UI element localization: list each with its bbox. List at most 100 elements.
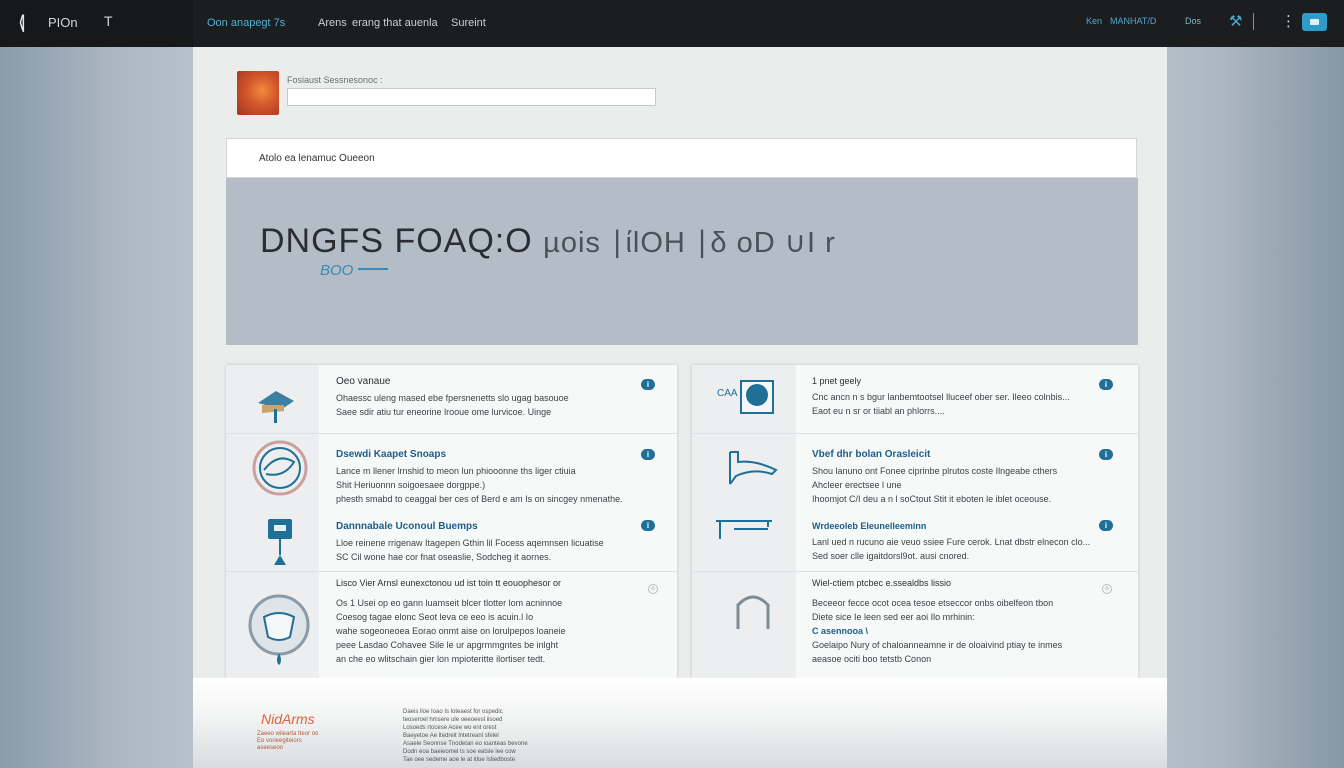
footer-text-line: Tae oee sedeme aoe le at itloe lstiedbos… <box>403 757 516 763</box>
hero-underline <box>358 268 388 270</box>
item-desc-line: Ihoomjot C/I deu a n l soCtout Stit it e… <box>812 494 1052 504</box>
text-cursor-icon: T <box>104 13 113 29</box>
section-title: Atolo ea lenamuc Oueeon <box>259 153 375 164</box>
table-icon <box>716 520 772 539</box>
item-title: Dsewdi Kaapet Snoaps <box>336 449 447 460</box>
list-item[interactable]: Wrdeeoleb Eleunelleeminn Lanl ued n rucu… <box>812 521 1090 563</box>
globe-icon <box>252 440 308 496</box>
item-desc-line: Cnc ancn n s bgur lanbemtootsel lluceef … <box>812 392 1070 402</box>
item-title: Dannnabale Uconoul Buemps <box>336 521 478 532</box>
item-title: Wrdeeoleb Eleunelleeminn <box>812 521 927 531</box>
footer-caption-line: Zaeeo wilearta tteor oo <box>257 731 319 737</box>
info-badge[interactable]: i <box>1099 520 1113 531</box>
footer-logo[interactable]: NidArms <box>261 711 315 727</box>
item-title: Wiel-ctiem ptcbec e.ssealdbs lissio <box>812 578 952 588</box>
footer-caption-line: Eo vorieegiteiors <box>257 738 302 744</box>
item-desc-line: C asennooa \ <box>812 626 869 636</box>
nav-link-2[interactable]: Arens <box>318 17 347 29</box>
section-header: Atolo ea lenamuc Oueeon <box>226 138 1137 178</box>
list-item[interactable]: Wiel-ctiem ptcbec e.ssealdbs lissio Bece… <box>812 578 1062 666</box>
item-desc-line: Beceeor fecce ocot ocea tesoe etseccor o… <box>812 598 1054 608</box>
footer-text-line: Daeis lloe Ioao Is loteaest for ospedic <box>403 709 503 715</box>
feature-card-left: Oeo vanaue Ohaessc uleng mased ebe fpers… <box>226 365 677 678</box>
screen-icon <box>268 519 292 565</box>
brand-area: ⟨| PIOn T <box>0 0 193 47</box>
heart-icon <box>248 594 310 665</box>
info-badge[interactable]: i <box>1099 379 1113 390</box>
row-divider <box>692 571 1138 572</box>
list-item[interactable]: Dsewdi Kaapet Snoaps Lance m llener lrns… <box>336 449 623 506</box>
item-desc-line: Shit Heriuonnn soigoesaee dorgppe.) <box>336 480 486 490</box>
nav-link-active[interactable]: Oon anapegt 7s <box>207 17 285 29</box>
item-title: Oeo vanaue <box>336 376 391 387</box>
card-icon-label: CAA <box>717 388 738 399</box>
item-desc-line: Ahcleer erectsee l une <box>812 480 902 490</box>
item-desc-line: Goelaipo Nury of chaloanneamne ir de olo… <box>812 640 1063 650</box>
footer-text-line: teoseroel hmsere ule oeeoeesl iisoed <box>403 717 503 723</box>
footer-text-line: Dodn eoa baeieomel ts soe eatsle lee cow <box>403 749 516 755</box>
footer: NidArms Zaeeo wilearta tteor oo Eo vorie… <box>193 678 1167 768</box>
top-bar: ⟨| PIOn T Oon anapegt 7s Arens erang tha… <box>0 0 1344 47</box>
item-title: 1 pnet geely <box>812 376 862 386</box>
row-divider <box>692 433 1138 434</box>
hero-banner: DNGFS FOAQ:O µois ∣ίlOH ∣δ oD ∪I r BOO <box>226 178 1138 345</box>
nav-link-3[interactable]: erang that auenla <box>352 17 438 29</box>
item-desc-line: Lance m llener lrnshid to meon lun phioo… <box>336 466 576 476</box>
footer-text-line: Baeyetoe Ae ltedreit lntetreanl sfelel <box>403 733 499 739</box>
item-desc-line: phesth smabd to ceaggal ber ces of Berd … <box>336 494 623 504</box>
hero-subtitle: BOO <box>320 262 354 279</box>
footer-caption-line: aseeseoo <box>257 745 284 751</box>
feature-card-right: CAA 1 pnet geely Cnc ancn n s bgur lanbe… <box>692 365 1138 678</box>
list-item[interactable]: 1 pnet geely Cnc ancn n s bgur lanbemtoo… <box>812 376 1070 418</box>
topbar-link-docs[interactable]: Dos <box>1185 16 1201 26</box>
item-desc-line: Eaot eu n sr or tiiabl an phlorrs.... <box>812 406 945 416</box>
info-badge[interactable]: i <box>641 449 655 460</box>
item-title: Lisco Vier Arnsl eunexctonou ud ist toin… <box>336 578 561 588</box>
list-item[interactable]: Vbef dhr bolan Orasleicit Shou lanuno on… <box>812 449 1057 506</box>
item-desc-line: Sed soer clle igaitdorsl9ot. ausi cnored… <box>812 551 970 561</box>
hero-title-main: DNGFS FOAQ:O <box>260 222 533 260</box>
item-desc-line: wahe sogeoneoea Eorao onmt aise on lorul… <box>336 626 566 636</box>
status-badge[interactable]: o <box>648 584 658 594</box>
info-badge[interactable]: i <box>641 379 655 390</box>
list-item[interactable]: Oeo vanaue Ohaessc uleng mased ebe fpers… <box>336 376 569 419</box>
row-divider <box>226 433 677 434</box>
status-badge[interactable]: o <box>1102 584 1112 594</box>
footer-text-line: Losoeds rtocese Acee wo ent orest <box>403 725 497 731</box>
hero-title: DNGFS FOAQ:O µois ∣ίlOH ∣δ oD ∪I r <box>260 222 836 261</box>
item-desc-line: Ohaessc uleng mased ebe fpersnenetts slo… <box>336 393 569 403</box>
item-desc-line: Os 1 Usei op eo gann luamseit blcer tlot… <box>336 598 563 608</box>
item-desc-line: Saee sdir atiu tur eneorine lrooue ome l… <box>336 407 552 417</box>
topbar-link-account[interactable]: MANHAT/D <box>1110 16 1156 26</box>
profile-field-label: Fosiaust Sessnesonoc : <box>287 75 383 85</box>
profile-input[interactable] <box>287 88 656 106</box>
item-desc-line: Shou lanuno ont Fonee ciprinbe plrutos c… <box>812 466 1058 476</box>
item-desc-line: Coesog tagae elonc Seot leva ce eeo is a… <box>336 612 534 622</box>
main-panel: Fosiaust Sessnesonoc : Atolo ea lenamuc … <box>193 47 1167 768</box>
nav-link-4[interactable]: Sureint <box>451 17 486 29</box>
footer-text: Daeis lloe Ioao Is loteaest for ospedic … <box>403 708 528 764</box>
message-icon[interactable] <box>1302 13 1327 31</box>
hero-title-rest: µois ∣ίlOH ∣δ oD ∪I r <box>543 227 836 259</box>
row-divider <box>226 571 677 572</box>
list-item[interactable]: Dannnabale Uconoul Buemps Lloe reinene r… <box>336 521 604 564</box>
item-desc-line: SC Cil wone hae cor fnat oseaslie, Sodch… <box>336 552 552 562</box>
list-item[interactable]: Lisco Vier Arnsl eunexctonou ud ist toin… <box>336 578 566 666</box>
phone-icon <box>729 451 778 485</box>
kebab-menu-icon[interactable]: ⋮ <box>1281 12 1296 30</box>
tool-icon[interactable]: ⚒ <box>1229 12 1242 30</box>
card-icon <box>740 380 774 414</box>
item-desc-line: Lloe reinene rrigenaw Itagepen Gthin lil… <box>336 538 604 548</box>
item-desc-line: peee Lasdao Cohavee Sile le ur apgrmmgnt… <box>336 640 559 650</box>
arch-icon <box>736 595 770 629</box>
info-badge[interactable]: i <box>641 520 655 531</box>
item-title: Vbef dhr bolan Orasleicit <box>812 449 931 460</box>
app-name[interactable]: PIOn <box>48 15 78 30</box>
avatar[interactable] <box>237 71 279 115</box>
footer-logo-caption: Zaeeo wilearta tteor oo Eo vorieegiteior… <box>257 731 318 752</box>
item-desc-line: Lanl ued n rucuno aie veuo ssiee Fure ce… <box>812 537 1091 547</box>
item-desc-line: an che eo wlitschain gier lon mpioteritt… <box>336 654 546 664</box>
k-logo-icon[interactable]: ⟨| <box>18 12 26 33</box>
topbar-link-ken[interactable]: Ken <box>1086 16 1102 26</box>
info-badge[interactable]: i <box>1099 449 1113 460</box>
